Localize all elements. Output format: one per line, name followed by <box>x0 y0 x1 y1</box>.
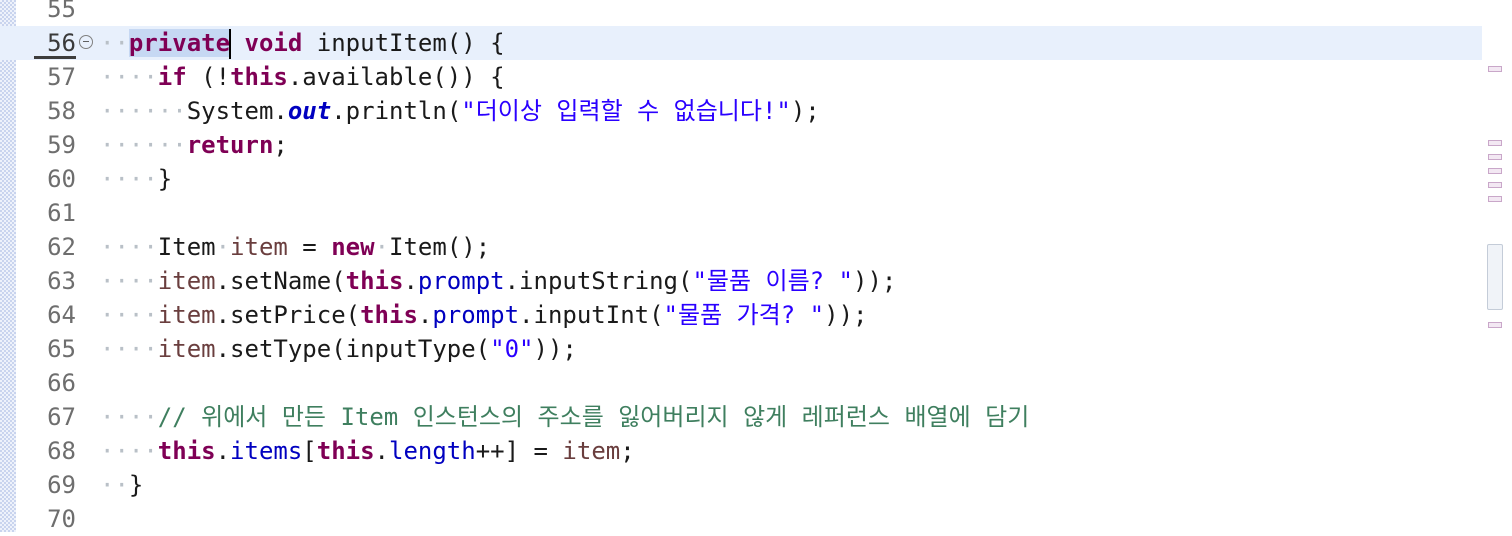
line-number: 60 <box>47 165 76 193</box>
occurrence-marker[interactable] <box>1488 322 1502 328</box>
line-number: 61 <box>47 199 76 227</box>
line-number: 65 <box>47 335 76 363</box>
code-text[interactable]: ··} <box>100 468 143 502</box>
code-line[interactable]: 64 ····item.setPrice(this.prompt.inputIn… <box>0 298 1482 332</box>
line-number: 62 <box>47 233 76 261</box>
text-caret <box>229 29 232 59</box>
code-line[interactable]: 68 ····this.items[this.length++] = item; <box>0 434 1482 468</box>
line-number: 55 <box>47 0 76 23</box>
code-text[interactable]: ····Item·item = new·Item(); <box>100 230 490 264</box>
code-line-current[interactable]: 56 ··private void inputItem() { <box>0 26 1482 60</box>
code-line[interactable]: 60 ····} <box>0 162 1482 196</box>
code-line[interactable]: 62 ····Item·item = new·Item(); <box>0 230 1482 264</box>
code-line[interactable]: 67 ····// 위에서 만든 Item 인스턴스의 주소를 잃어버리지 않게… <box>0 400 1482 434</box>
line-number: 64 <box>47 301 76 329</box>
code-text[interactable]: ··private void inputItem() { <box>100 26 505 60</box>
code-editor[interactable]: 55 56 ··private void inputItem() { 57 ··… <box>0 0 1512 533</box>
occurrence-marker[interactable] <box>1488 66 1502 72</box>
selected-token: private <box>128 29 231 57</box>
line-number: 57 <box>47 63 76 91</box>
line-number: 58 <box>47 97 76 125</box>
code-text[interactable]: ····item.setType(inputType("0")); <box>100 332 577 366</box>
occurrence-marker[interactable] <box>1488 182 1502 188</box>
code-line[interactable]: 61 <box>0 196 1482 230</box>
code-text[interactable]: ····if (!this.available()) { <box>100 60 505 94</box>
line-number: 68 <box>47 437 76 465</box>
line-number: 66 <box>47 369 76 397</box>
line-number: 56 <box>47 29 76 57</box>
code-line[interactable]: 63 ····item.setName(this.prompt.inputStr… <box>0 264 1482 298</box>
code-line[interactable]: 57 ····if (!this.available()) { <box>0 60 1482 94</box>
line-number: 69 <box>47 471 76 499</box>
occurrence-marker[interactable] <box>1488 196 1502 202</box>
line-number: 59 <box>47 131 76 159</box>
code-line[interactable]: 59 ······return; <box>0 128 1482 162</box>
scrollbar-thumb[interactable] <box>1487 244 1503 310</box>
code-text[interactable]: ······return; <box>100 128 288 162</box>
code-line[interactable]: 58 ······System.out.println("더이상 입력할 수 없… <box>0 94 1482 128</box>
code-line[interactable]: 55 <box>0 0 1482 26</box>
occurrence-marker[interactable] <box>1488 154 1502 160</box>
line-number: 63 <box>47 267 76 295</box>
code-text[interactable]: ····item.setPrice(this.prompt.inputInt("… <box>100 298 867 332</box>
current-line-underline <box>34 56 76 59</box>
code-line[interactable]: 66 <box>0 366 1482 400</box>
code-text[interactable]: ····item.setName(this.prompt.inputString… <box>100 264 896 298</box>
code-text[interactable]: ····} <box>100 162 172 196</box>
occurrence-marker[interactable] <box>1488 140 1502 146</box>
code-text[interactable]: ······System.out.println("더이상 입력할 수 없습니다… <box>100 94 820 128</box>
line-number: 70 <box>47 505 76 533</box>
code-line[interactable]: 65 ····item.setType(inputType("0")); <box>0 332 1482 366</box>
code-text[interactable]: ····this.items[this.length++] = item; <box>100 434 635 468</box>
occurrence-marker[interactable] <box>1488 168 1502 174</box>
code-comment: // 위에서 만든 Item 인스턴스의 주소를 잃어버리지 않게 레퍼런스 배… <box>157 403 1030 431</box>
code-line[interactable]: 69 ··} <box>0 468 1482 502</box>
line-number: 67 <box>47 403 76 431</box>
code-line[interactable]: 70 <box>0 502 1482 536</box>
fold-collapse-icon[interactable] <box>79 35 93 49</box>
code-text[interactable]: ····// 위에서 만든 Item 인스턴스의 주소를 잃어버리지 않게 레퍼… <box>100 400 1029 434</box>
